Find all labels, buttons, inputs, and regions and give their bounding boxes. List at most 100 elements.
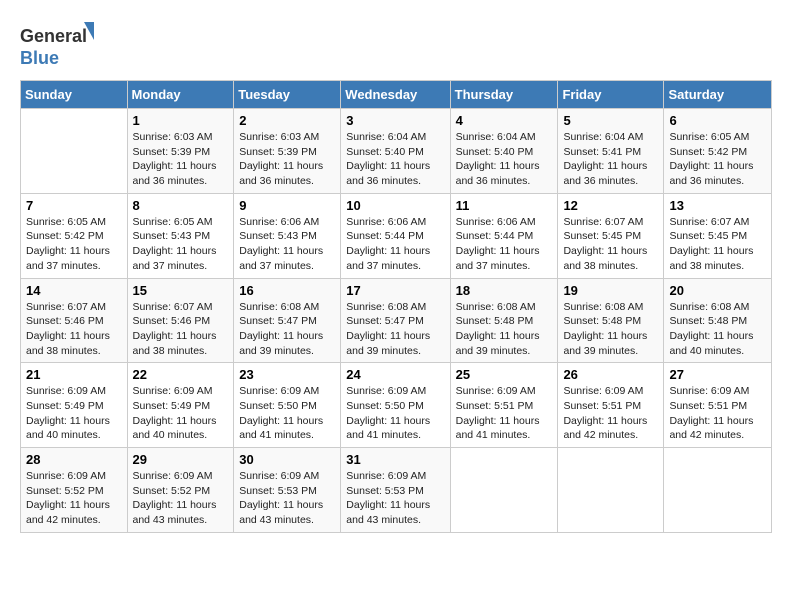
day-number: 16 xyxy=(239,283,335,298)
day-info: Sunrise: 6:09 AMSunset: 5:49 PMDaylight:… xyxy=(133,384,229,443)
day-cell: 11 Sunrise: 6:06 AMSunset: 5:44 PMDaylig… xyxy=(450,193,558,278)
day-cell: 5 Sunrise: 6:04 AMSunset: 5:41 PMDayligh… xyxy=(558,109,664,194)
day-cell: 17 Sunrise: 6:08 AMSunset: 5:47 PMDaylig… xyxy=(341,278,450,363)
day-info: Sunrise: 6:09 AMSunset: 5:51 PMDaylight:… xyxy=(456,384,553,443)
day-info: Sunrise: 6:03 AMSunset: 5:39 PMDaylight:… xyxy=(133,130,229,189)
day-number: 13 xyxy=(669,198,766,213)
svg-text:General: General xyxy=(20,26,87,46)
day-cell: 23 Sunrise: 6:09 AMSunset: 5:50 PMDaylig… xyxy=(234,363,341,448)
day-number: 2 xyxy=(239,113,335,128)
day-info: Sunrise: 6:06 AMSunset: 5:44 PMDaylight:… xyxy=(346,215,444,274)
day-cell: 9 Sunrise: 6:06 AMSunset: 5:43 PMDayligh… xyxy=(234,193,341,278)
day-cell: 16 Sunrise: 6:08 AMSunset: 5:47 PMDaylig… xyxy=(234,278,341,363)
day-cell: 20 Sunrise: 6:08 AMSunset: 5:48 PMDaylig… xyxy=(664,278,772,363)
day-info: Sunrise: 6:03 AMSunset: 5:39 PMDaylight:… xyxy=(239,130,335,189)
day-info: Sunrise: 6:08 AMSunset: 5:47 PMDaylight:… xyxy=(346,300,444,359)
day-cell: 12 Sunrise: 6:07 AMSunset: 5:45 PMDaylig… xyxy=(558,193,664,278)
column-header-monday: Monday xyxy=(127,81,234,109)
day-cell: 4 Sunrise: 6:04 AMSunset: 5:40 PMDayligh… xyxy=(450,109,558,194)
day-info: Sunrise: 6:07 AMSunset: 5:45 PMDaylight:… xyxy=(563,215,658,274)
day-number: 18 xyxy=(456,283,553,298)
day-number: 21 xyxy=(26,367,122,382)
day-info: Sunrise: 6:09 AMSunset: 5:51 PMDaylight:… xyxy=(669,384,766,443)
week-row-3: 14 Sunrise: 6:07 AMSunset: 5:46 PMDaylig… xyxy=(21,278,772,363)
column-header-saturday: Saturday xyxy=(664,81,772,109)
day-number: 20 xyxy=(669,283,766,298)
svg-text:Blue: Blue xyxy=(20,48,59,68)
day-number: 8 xyxy=(133,198,229,213)
day-cell xyxy=(664,448,772,533)
day-cell: 10 Sunrise: 6:06 AMSunset: 5:44 PMDaylig… xyxy=(341,193,450,278)
week-row-1: 1 Sunrise: 6:03 AMSunset: 5:39 PMDayligh… xyxy=(21,109,772,194)
day-cell: 7 Sunrise: 6:05 AMSunset: 5:42 PMDayligh… xyxy=(21,193,128,278)
logo: General Blue xyxy=(20,20,100,70)
day-number: 9 xyxy=(239,198,335,213)
day-cell: 18 Sunrise: 6:08 AMSunset: 5:48 PMDaylig… xyxy=(450,278,558,363)
day-info: Sunrise: 6:06 AMSunset: 5:44 PMDaylight:… xyxy=(456,215,553,274)
day-number: 23 xyxy=(239,367,335,382)
day-number: 6 xyxy=(669,113,766,128)
day-cell: 24 Sunrise: 6:09 AMSunset: 5:50 PMDaylig… xyxy=(341,363,450,448)
column-header-wednesday: Wednesday xyxy=(341,81,450,109)
day-number: 14 xyxy=(26,283,122,298)
day-number: 15 xyxy=(133,283,229,298)
day-info: Sunrise: 6:07 AMSunset: 5:45 PMDaylight:… xyxy=(669,215,766,274)
day-number: 29 xyxy=(133,452,229,467)
day-number: 31 xyxy=(346,452,444,467)
day-number: 30 xyxy=(239,452,335,467)
week-row-5: 28 Sunrise: 6:09 AMSunset: 5:52 PMDaylig… xyxy=(21,448,772,533)
day-number: 26 xyxy=(563,367,658,382)
day-cell: 29 Sunrise: 6:09 AMSunset: 5:52 PMDaylig… xyxy=(127,448,234,533)
day-info: Sunrise: 6:09 AMSunset: 5:51 PMDaylight:… xyxy=(563,384,658,443)
day-info: Sunrise: 6:04 AMSunset: 5:40 PMDaylight:… xyxy=(456,130,553,189)
day-cell: 13 Sunrise: 6:07 AMSunset: 5:45 PMDaylig… xyxy=(664,193,772,278)
day-info: Sunrise: 6:07 AMSunset: 5:46 PMDaylight:… xyxy=(26,300,122,359)
day-number: 12 xyxy=(563,198,658,213)
day-info: Sunrise: 6:09 AMSunset: 5:50 PMDaylight:… xyxy=(239,384,335,443)
day-cell: 2 Sunrise: 6:03 AMSunset: 5:39 PMDayligh… xyxy=(234,109,341,194)
column-header-tuesday: Tuesday xyxy=(234,81,341,109)
day-cell xyxy=(21,109,128,194)
day-info: Sunrise: 6:08 AMSunset: 5:48 PMDaylight:… xyxy=(563,300,658,359)
day-info: Sunrise: 6:08 AMSunset: 5:48 PMDaylight:… xyxy=(669,300,766,359)
day-number: 17 xyxy=(346,283,444,298)
day-cell: 6 Sunrise: 6:05 AMSunset: 5:42 PMDayligh… xyxy=(664,109,772,194)
day-info: Sunrise: 6:09 AMSunset: 5:52 PMDaylight:… xyxy=(133,469,229,528)
day-cell: 30 Sunrise: 6:09 AMSunset: 5:53 PMDaylig… xyxy=(234,448,341,533)
day-cell xyxy=(558,448,664,533)
day-info: Sunrise: 6:04 AMSunset: 5:41 PMDaylight:… xyxy=(563,130,658,189)
day-cell: 22 Sunrise: 6:09 AMSunset: 5:49 PMDaylig… xyxy=(127,363,234,448)
day-info: Sunrise: 6:08 AMSunset: 5:48 PMDaylight:… xyxy=(456,300,553,359)
day-number: 27 xyxy=(669,367,766,382)
day-number: 10 xyxy=(346,198,444,213)
day-info: Sunrise: 6:05 AMSunset: 5:42 PMDaylight:… xyxy=(26,215,122,274)
day-info: Sunrise: 6:09 AMSunset: 5:53 PMDaylight:… xyxy=(346,469,444,528)
day-number: 5 xyxy=(563,113,658,128)
column-header-thursday: Thursday xyxy=(450,81,558,109)
day-number: 7 xyxy=(26,198,122,213)
day-number: 28 xyxy=(26,452,122,467)
column-header-friday: Friday xyxy=(558,81,664,109)
day-number: 22 xyxy=(133,367,229,382)
day-number: 24 xyxy=(346,367,444,382)
day-number: 19 xyxy=(563,283,658,298)
day-cell: 25 Sunrise: 6:09 AMSunset: 5:51 PMDaylig… xyxy=(450,363,558,448)
day-cell: 19 Sunrise: 6:08 AMSunset: 5:48 PMDaylig… xyxy=(558,278,664,363)
day-info: Sunrise: 6:05 AMSunset: 5:43 PMDaylight:… xyxy=(133,215,229,274)
day-info: Sunrise: 6:08 AMSunset: 5:47 PMDaylight:… xyxy=(239,300,335,359)
logo-svg: General Blue xyxy=(20,20,100,70)
day-cell: 31 Sunrise: 6:09 AMSunset: 5:53 PMDaylig… xyxy=(341,448,450,533)
day-cell xyxy=(450,448,558,533)
day-number: 3 xyxy=(346,113,444,128)
calendar-table: SundayMondayTuesdayWednesdayThursdayFrid… xyxy=(20,80,772,533)
day-cell: 14 Sunrise: 6:07 AMSunset: 5:46 PMDaylig… xyxy=(21,278,128,363)
column-header-sunday: Sunday xyxy=(21,81,128,109)
day-number: 1 xyxy=(133,113,229,128)
day-cell: 1 Sunrise: 6:03 AMSunset: 5:39 PMDayligh… xyxy=(127,109,234,194)
day-info: Sunrise: 6:09 AMSunset: 5:50 PMDaylight:… xyxy=(346,384,444,443)
day-cell: 3 Sunrise: 6:04 AMSunset: 5:40 PMDayligh… xyxy=(341,109,450,194)
day-cell: 27 Sunrise: 6:09 AMSunset: 5:51 PMDaylig… xyxy=(664,363,772,448)
day-number: 4 xyxy=(456,113,553,128)
page-header: General Blue xyxy=(20,20,772,70)
week-row-4: 21 Sunrise: 6:09 AMSunset: 5:49 PMDaylig… xyxy=(21,363,772,448)
